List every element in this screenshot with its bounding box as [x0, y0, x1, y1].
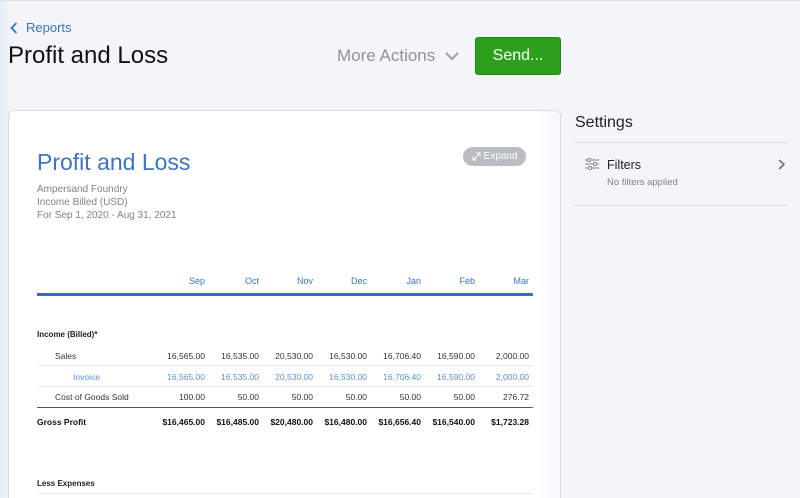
filters-label: Filters	[607, 158, 642, 172]
row-divider	[37, 365, 533, 366]
expand-label: Expand	[483, 151, 518, 162]
report-basis: Income Billed (USD)	[37, 197, 128, 208]
month-header: Oct	[244, 276, 259, 286]
row-label: Sales	[55, 351, 77, 361]
table-cell: 20,530.00	[275, 351, 313, 361]
month-header: Dec	[350, 276, 367, 286]
chevron-down-icon	[445, 51, 459, 60]
table-cell: 50.00	[237, 392, 259, 402]
table-cell: $16,656.40	[378, 417, 421, 427]
back-to-reports-link[interactable]: Reports	[10, 20, 72, 35]
report-title: Profit and Loss	[37, 149, 191, 175]
table-cell: 2,000.00	[495, 351, 529, 361]
expenses-section-label: Less Expenses	[37, 479, 95, 488]
table-cell-link[interactable]: 16,535.00	[209, 372, 259, 382]
more-actions-dropdown[interactable]: More Actions	[337, 46, 459, 66]
settings-divider	[575, 205, 788, 206]
company-name: Ampersand Foundry	[37, 184, 128, 195]
table-cell: 50.00	[453, 392, 475, 402]
month-header: Sep	[188, 276, 205, 286]
table-cell-link[interactable]: 16,530.00	[317, 372, 367, 382]
table-cell: $16,485.00	[216, 417, 259, 427]
row-divider	[37, 493, 533, 494]
table-row-cogs: Cost of Goods Sold 100.00 50.00 50.00 50…	[37, 387, 533, 407]
sliders-icon	[585, 158, 599, 170]
subtotal-rule	[37, 407, 533, 408]
send-button[interactable]: Send...	[475, 37, 561, 75]
income-section-label: Income (Billed)*	[37, 330, 98, 339]
table-cell: 50.00	[399, 392, 421, 402]
filters-status: No filters applied	[607, 177, 678, 188]
filters-item[interactable]: Filters No filters applied	[575, 146, 788, 202]
month-header: Mar	[513, 276, 530, 286]
row-label: Gross Profit	[37, 417, 87, 427]
table-cell: 16,565.00	[167, 351, 205, 361]
table-cell: 50.00	[345, 392, 367, 402]
table-cell: 16,535.00	[221, 351, 259, 361]
table-cell-link[interactable]: 20,530.00	[263, 372, 313, 382]
month-header-row: Sep Oct Nov Dec Jan Feb Mar	[37, 276, 533, 290]
table-cell: 16,530.00	[329, 351, 367, 361]
table-cell-link[interactable]: 16,706.40	[371, 372, 421, 382]
table-row-gross-profit: Gross Profit $16,465.00 $16,485.00 $20,4…	[37, 412, 533, 432]
settings-divider	[575, 142, 788, 143]
table-cell: 276.72	[503, 392, 529, 402]
page-title: Profit and Loss	[8, 42, 169, 69]
month-header: Jan	[406, 276, 421, 286]
table-cell-link[interactable]: 16,565.00	[155, 372, 205, 382]
top-border	[0, 0, 800, 1]
table-cell: $16,480.00	[324, 417, 367, 427]
table-cell: 16,590.00	[437, 351, 475, 361]
chevron-right-icon	[778, 159, 785, 170]
row-label: Cost of Goods Sold	[55, 392, 129, 402]
expand-button[interactable]: Expand	[463, 147, 526, 166]
chevron-left-icon	[10, 21, 18, 34]
header-rule	[37, 293, 533, 296]
row-label: Invoice	[73, 372, 100, 382]
table-cell: $16,465.00	[162, 417, 205, 427]
scroll-fade	[530, 111, 560, 498]
month-header: Feb	[459, 276, 475, 286]
table-cell: $20,480.00	[270, 417, 313, 427]
month-header: Nov	[296, 276, 313, 286]
table-row-sales: Sales 16,565.00 16,535.00 20,530.00 16,5…	[37, 346, 533, 366]
table-cell-link[interactable]: 16,590.00	[425, 372, 475, 382]
table-cell: $1,723.28	[491, 417, 529, 427]
table-cell: 100.00	[179, 392, 205, 402]
table-cell: 50.00	[291, 392, 313, 402]
table-row-invoice[interactable]: Invoice 16,565.00 16,535.00 20,530.00 16…	[37, 367, 533, 387]
table-cell: $16,540.00	[432, 417, 475, 427]
report-card: Profit and Loss Expand Ampersand Foundry…	[8, 110, 561, 498]
table-cell-link[interactable]: 2,000.00	[479, 372, 529, 382]
table-cell: 16,706.40	[383, 351, 421, 361]
settings-title: Settings	[575, 114, 633, 131]
back-link-label: Reports	[26, 20, 72, 35]
report-period: For Sep 1, 2020 - Aug 31, 2021	[37, 210, 177, 221]
more-actions-label: More Actions	[337, 46, 436, 65]
expand-arrows-icon	[472, 152, 481, 161]
